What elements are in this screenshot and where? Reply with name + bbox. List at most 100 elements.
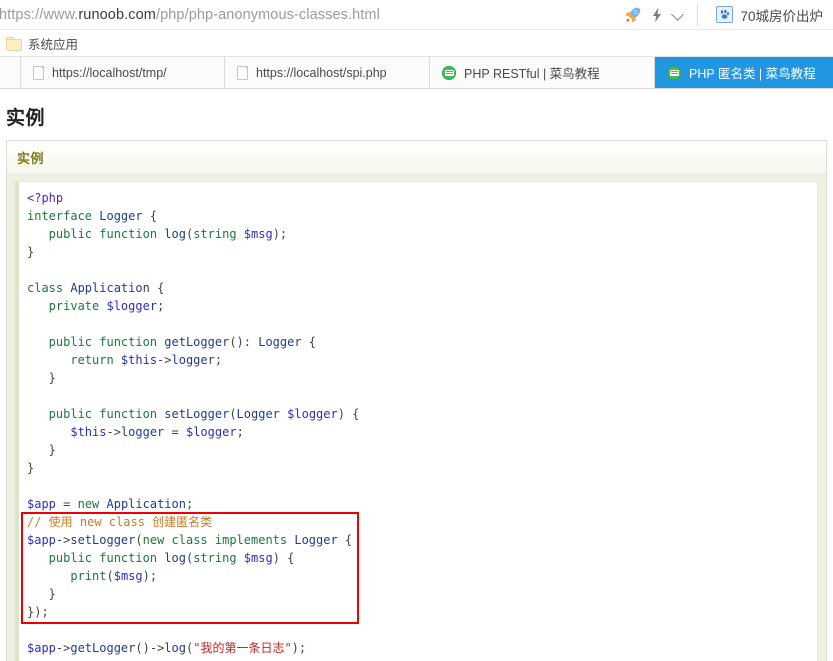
code-line: interface Logger {: [27, 207, 817, 225]
code-token: // 使用 new class 创建匿名类: [27, 515, 213, 529]
nav-shortcut-label: 70城房价出炉: [740, 8, 823, 24]
code-line: public function setLogger(Logger $logger…: [27, 405, 817, 423]
page-title: 实例: [6, 108, 46, 129]
lightning-bolt-icon[interactable]: [651, 7, 663, 23]
bookmarks-bar: 系统应用: [0, 30, 833, 57]
code-token: public function: [27, 551, 165, 565]
tab-label: PHP 匿名类 | 菜鸟教程: [689, 67, 816, 81]
browser-window: https://www.runoob.com/php/php-anonymous…: [0, 0, 833, 661]
code-token: logger: [171, 353, 215, 367]
tab-localhost-tmp[interactable]: https://localhost/tmp/: [20, 57, 225, 88]
chevron-down-icon[interactable]: [672, 8, 685, 21]
code-token: private: [27, 299, 107, 313]
rocket-icon[interactable]: [625, 6, 642, 23]
code-token: ->: [106, 425, 121, 439]
code-token: ;: [185, 497, 194, 511]
code-line: ?>: [27, 657, 817, 661]
paw-print-icon: [716, 6, 734, 23]
php-code-block[interactable]: <?php interface Logger { public function …: [19, 189, 817, 661]
url-bar-actions: 70城房价出炉: [625, 3, 833, 26]
example-panel-header: 实例: [7, 141, 826, 175]
runoob-icon: [667, 65, 681, 80]
code-line: $app = new Application;: [27, 495, 817, 513]
code-token: <?php: [27, 191, 64, 205]
code-token: ) {: [337, 407, 360, 421]
code-token: $logger: [287, 407, 338, 421]
code-line: });: [27, 603, 817, 621]
code-token: Application: [70, 281, 150, 295]
code-line: }: [27, 441, 817, 459]
example-panel-body: <?php interface Logger { public function …: [7, 175, 826, 661]
code-token: Application: [106, 497, 186, 511]
tab-label: https://localhost/tmp/: [52, 65, 167, 80]
code-line: class Application {: [27, 279, 817, 297]
code-line: <?php: [27, 189, 817, 207]
code-token: {: [301, 335, 317, 349]
code-token: $app: [27, 641, 56, 655]
folder-icon: [6, 37, 22, 51]
url-domain: runoob.com: [78, 6, 156, 23]
code-token: }: [27, 443, 56, 457]
code-token: getLogger: [70, 641, 136, 655]
nav-shortcut-item[interactable]: 70城房价出炉: [716, 5, 823, 25]
document-icon: [33, 65, 44, 80]
code-token: {: [337, 533, 353, 547]
code-token: {: [149, 281, 165, 295]
tab-localhost-spi[interactable]: https://localhost/spi.php: [225, 57, 430, 88]
bookmark-item-system-apps[interactable]: 系统应用: [28, 34, 78, 53]
runoob-icon: [442, 65, 456, 80]
code-token: );: [272, 227, 288, 241]
code-line: public function log(string $msg);: [27, 225, 817, 243]
code-line: private $logger;: [27, 297, 817, 315]
code-line: }: [27, 585, 817, 603]
code-token: (: [135, 533, 143, 547]
code-token: $this: [70, 425, 107, 439]
code-token: interface: [27, 209, 100, 223]
code-token: Logger: [294, 533, 338, 547]
code-token: ->: [55, 533, 71, 547]
code-token: string: [193, 551, 237, 565]
code-token: );: [142, 569, 158, 583]
code-token: =: [55, 497, 78, 511]
code-token: }: [27, 371, 56, 385]
url-bar[interactable]: https://www.runoob.com/php/php-anonymous…: [0, 0, 833, 30]
code-token: $app: [27, 533, 56, 547]
url-text[interactable]: https://www.runoob.com/php/php-anonymous…: [0, 7, 380, 23]
tab-label: PHP RESTful | 菜鸟教程: [464, 67, 600, 81]
code-token: $logger: [106, 299, 158, 313]
code-line: }: [27, 369, 817, 387]
tab-label: https://localhost/spi.php: [256, 65, 387, 80]
code-token: ;: [214, 353, 223, 367]
code-token: }: [27, 461, 35, 475]
code-token: ()->: [135, 641, 165, 655]
code-token: $msg: [113, 569, 143, 583]
code-token: public function: [27, 227, 165, 241]
code-token: ->: [157, 353, 172, 367]
code-token: log: [164, 641, 186, 655]
tab-php-restful[interactable]: PHP RESTful | 菜鸟教程: [430, 57, 655, 88]
code-token: log: [164, 551, 186, 565]
example-panel: 实例 <?php interface Logger { public functi…: [6, 140, 827, 661]
code-token: public function: [27, 335, 165, 349]
code-token: return: [27, 353, 121, 367]
code-line: $this->logger = $logger;: [27, 423, 817, 441]
code-token: $msg: [243, 551, 273, 565]
code-token: ;: [236, 425, 244, 439]
page-content: 实例 实例 <?php interface Logger { public fun…: [0, 89, 833, 661]
url-prefix: https://www.: [0, 6, 79, 23]
code-token: setLogger: [164, 407, 230, 421]
code-token: "我的第一条日志": [193, 641, 292, 655]
code-line: public function log(string $msg) {: [27, 549, 817, 567]
code-line: return $this->logger;: [27, 351, 817, 369]
code-token: new class implements: [142, 533, 295, 547]
code-token: log: [164, 227, 186, 241]
tab-php-anonymous-classes[interactable]: PHP 匿名类 | 菜鸟教程: [655, 57, 833, 88]
code-token: }: [27, 245, 35, 259]
code-token: Logger: [99, 209, 143, 223]
